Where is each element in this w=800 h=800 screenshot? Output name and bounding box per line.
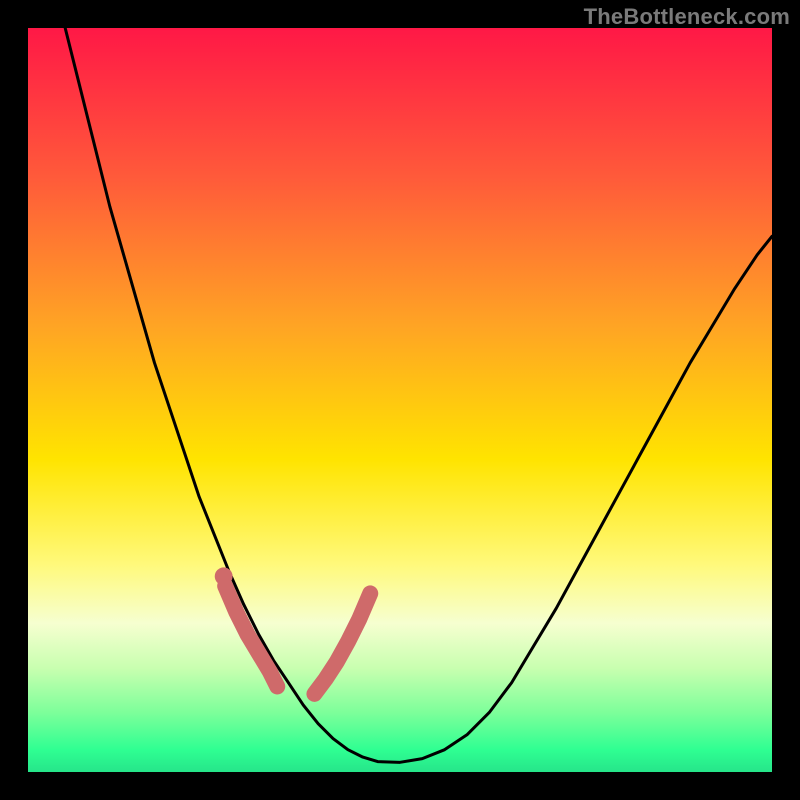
watermark-text: TheBottleneck.com [584,4,790,30]
highlight-dot [215,567,233,585]
chart-plot-area [28,28,772,772]
chart-frame: TheBottleneck.com [0,0,800,800]
gradient-background [28,28,772,772]
chart-svg [28,28,772,772]
